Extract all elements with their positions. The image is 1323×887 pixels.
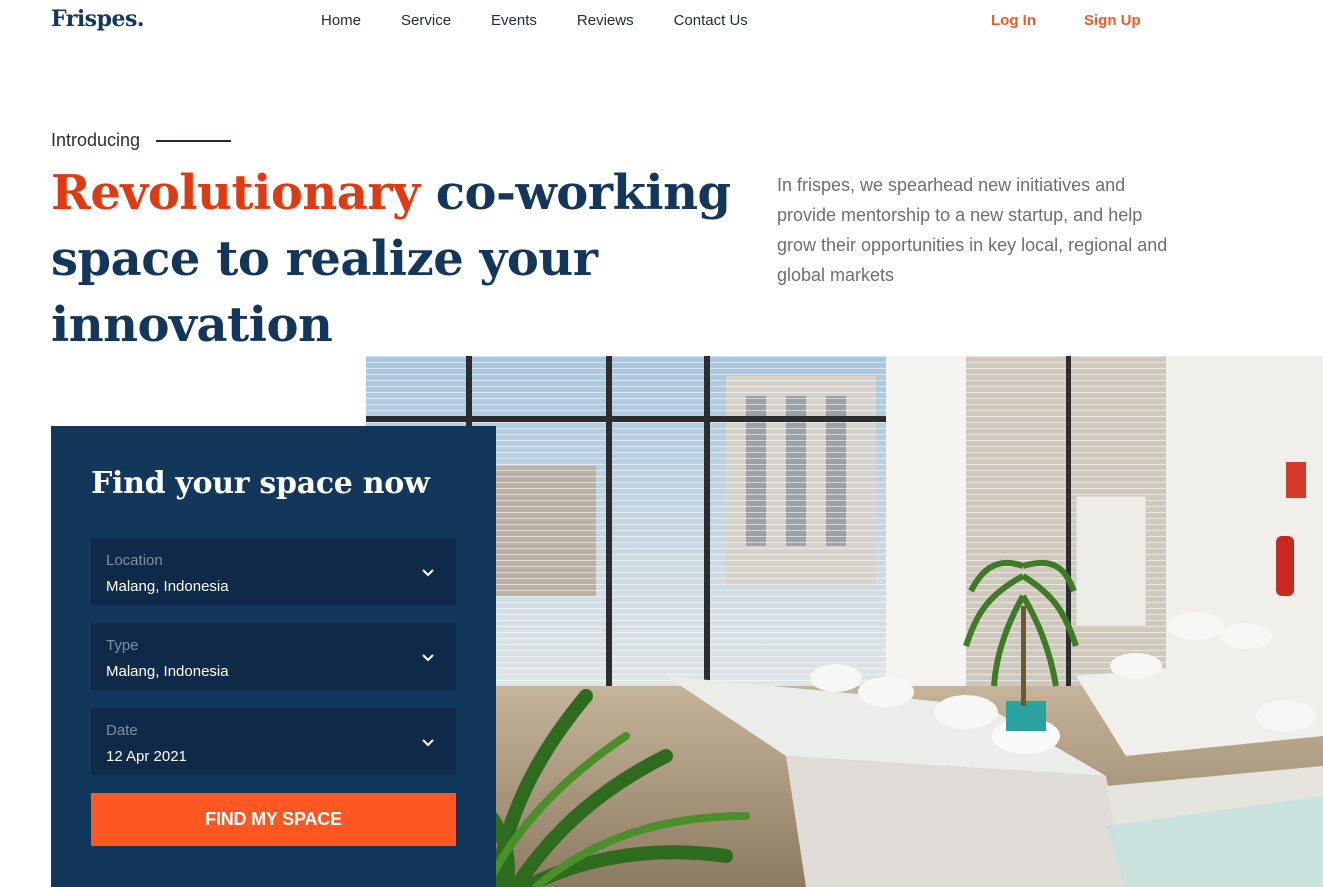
- nav-link-reviews[interactable]: Reviews: [577, 12, 634, 29]
- chevron-down-icon: [422, 739, 434, 747]
- hero-description: In frispes, we spearhead new initiatives…: [777, 175, 1168, 285]
- office-photo: [366, 356, 1323, 887]
- intro-divider: [156, 139, 232, 142]
- office-photo-illustration: [366, 356, 1323, 887]
- intro-label: Introducing: [51, 130, 232, 151]
- hero-headline: Revolutionary co-working space to realiz…: [51, 160, 741, 358]
- type-label: Type: [106, 637, 139, 654]
- nav-link-home[interactable]: Home: [321, 12, 361, 29]
- search-panel-title: Find your space now: [91, 466, 430, 501]
- nav-links: Home Service Events Reviews Contact Us: [321, 12, 788, 29]
- date-value: 12 Apr 2021: [106, 748, 187, 765]
- chevron-down-icon: [422, 569, 434, 577]
- type-select[interactable]: Type Malang, Indonesia: [91, 623, 456, 690]
- find-my-space-button[interactable]: FIND MY SPACE: [91, 793, 456, 846]
- date-label: Date: [106, 722, 138, 739]
- type-value: Malang, Indonesia: [106, 663, 229, 680]
- location-value: Malang, Indonesia: [106, 578, 229, 595]
- intro-text: Introducing: [51, 130, 141, 150]
- signup-link[interactable]: Sign Up: [1084, 12, 1141, 29]
- nav-link-service[interactable]: Service: [401, 12, 451, 29]
- date-select[interactable]: Date 12 Apr 2021: [91, 708, 456, 775]
- nav-link-events[interactable]: Events: [491, 12, 537, 29]
- headline-accent: Revolutionary: [51, 165, 420, 221]
- search-panel: Find your space now Location Malang, Ind…: [51, 426, 496, 887]
- auth-links: Log In Sign Up: [991, 12, 1141, 29]
- brand-logo[interactable]: Frispes.: [51, 6, 145, 32]
- top-nav: Frispes. Home Service Events Reviews Con…: [0, 0, 1323, 42]
- chevron-down-icon: [422, 654, 434, 662]
- location-select[interactable]: Location Malang, Indonesia: [91, 538, 456, 605]
- nav-link-contact[interactable]: Contact Us: [674, 12, 748, 29]
- login-link[interactable]: Log In: [991, 12, 1036, 29]
- location-label: Location: [106, 552, 163, 569]
